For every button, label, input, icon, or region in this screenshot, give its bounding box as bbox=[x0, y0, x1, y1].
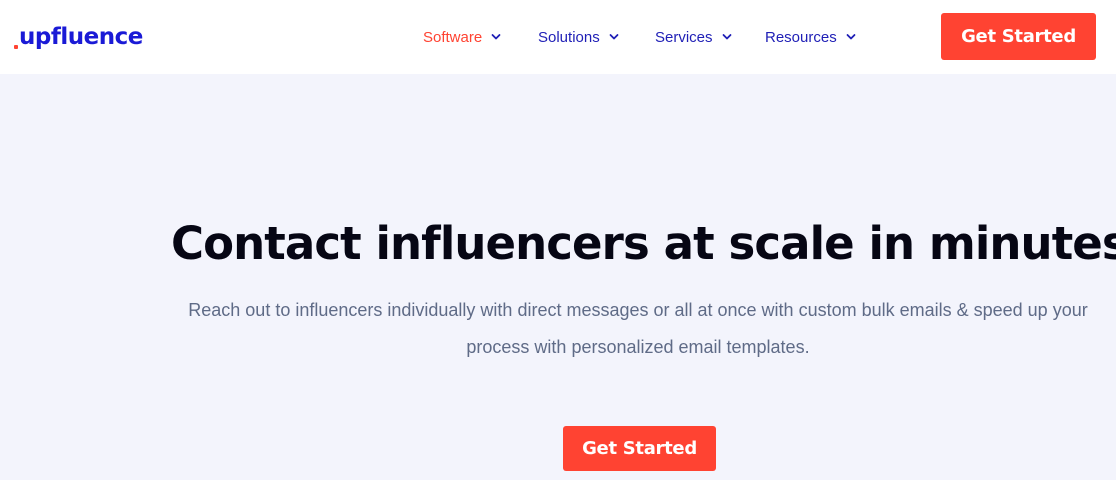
nav-item-software[interactable]: Software bbox=[423, 26, 501, 48]
nav-item-services[interactable]: Services bbox=[655, 26, 732, 48]
hero-get-started-button[interactable]: Get Started bbox=[563, 426, 716, 471]
nav-item-label: Resources bbox=[765, 28, 837, 46]
chevron-down-icon bbox=[722, 32, 732, 42]
upfluence-logo[interactable]: upfluence bbox=[14, 20, 143, 54]
hero-title: Contact influencers at scale in minutes bbox=[171, 217, 1116, 270]
nav-item-label: Services bbox=[655, 28, 713, 46]
header-get-started-button[interactable]: Get Started bbox=[941, 13, 1096, 60]
logo-accent-mark bbox=[14, 45, 18, 49]
site-header: upfluence Software Solutions Services Re… bbox=[0, 0, 1116, 74]
chevron-down-icon bbox=[846, 32, 856, 42]
hero-subtitle: Reach out to influencers individually wi… bbox=[188, 300, 1088, 357]
nav-item-resources[interactable]: Resources bbox=[765, 26, 856, 48]
logo-text: upfluence bbox=[19, 24, 143, 50]
nav-item-label: Software bbox=[423, 28, 483, 46]
chevron-down-icon bbox=[609, 32, 619, 42]
nav-item-label: Solutions bbox=[538, 28, 600, 46]
chevron-down-icon bbox=[491, 32, 501, 42]
nav-item-solutions[interactable]: Solutions bbox=[538, 26, 619, 48]
